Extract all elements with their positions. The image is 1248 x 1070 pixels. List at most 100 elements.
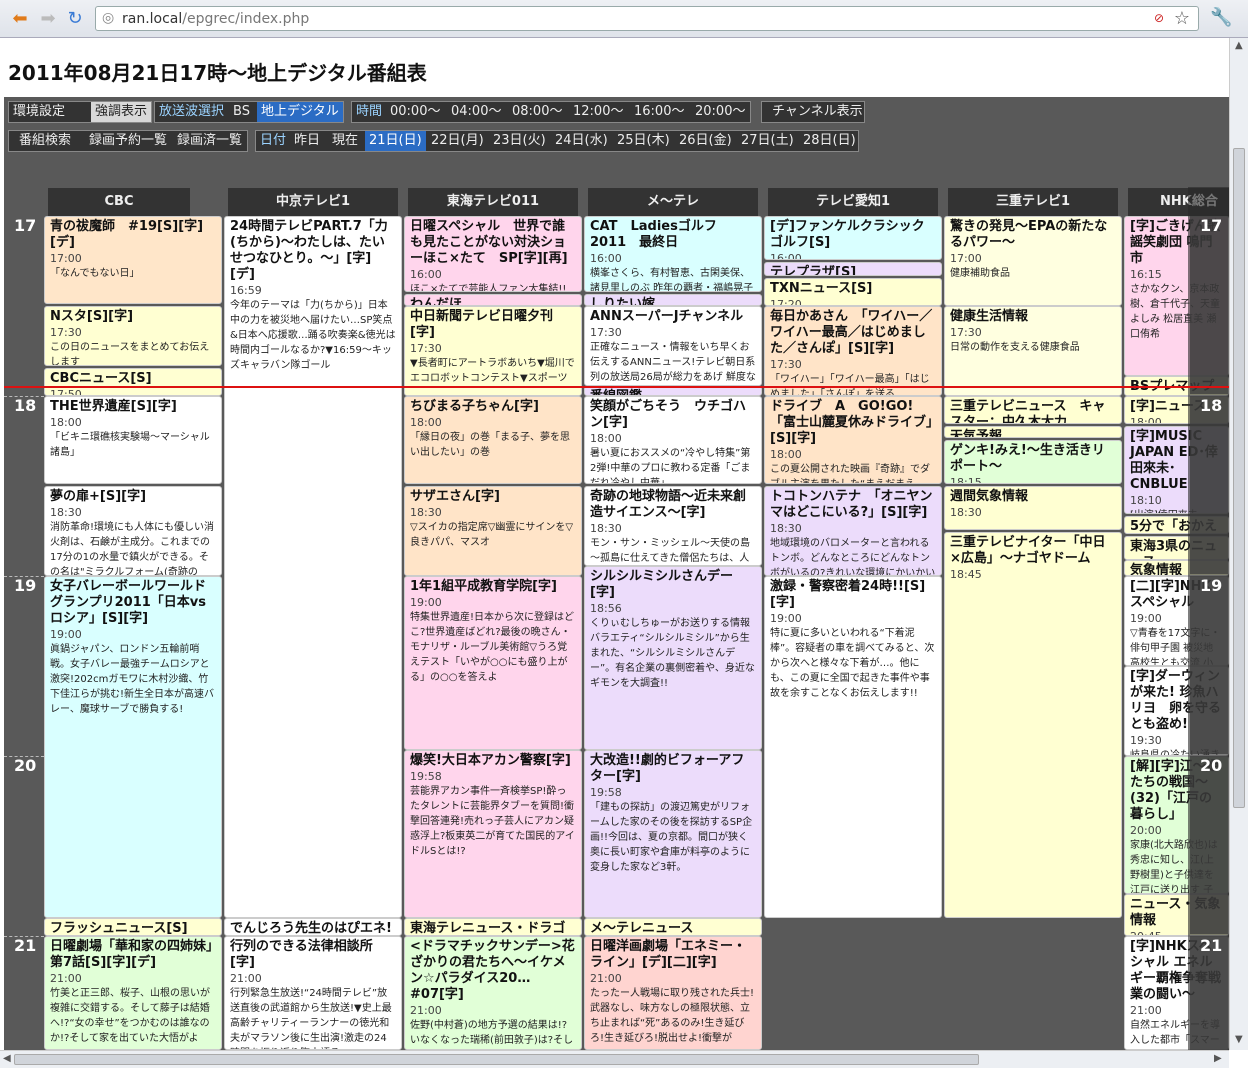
program-cell[interactable]: 日曜スペシャル 世界で誰も見たことがない対決ショーほこ×たて SP[字][再] 1… [404,216,582,292]
time-00[interactable]: 00:00～ [386,102,444,122]
program-cell[interactable]: TXNニュース[S] 17:20 [764,278,942,306]
program-cell[interactable]: わんだほ [404,294,582,306]
time-16[interactable]: 16:00～ [630,102,688,122]
vertical-scrollbar[interactable]: ▲ ▼ [1229,38,1248,1050]
wrench-menu-icon[interactable]: 🔧 [1210,7,1232,28]
scroll-up-icon[interactable]: ▲ [1235,40,1243,51]
program-cell[interactable]: 爆笑!大日本アカン警察[字] 19:58 芸能界アカン事件一斉検挙SP!酔ったタレン… [404,750,582,918]
program-cell[interactable]: 24時間テレビPART.7「力(ちから)～わたしは、たいせつなひとり。～」[字]… [224,216,402,918]
vertical-scroll-thumb[interactable] [1233,148,1245,808]
time-04[interactable]: 04:00～ [447,102,505,122]
yesterday-button[interactable]: 昨日 [290,131,324,151]
program-title: 夢の扉+[S][字] [50,489,147,504]
date-28[interactable]: 28日(日) [799,131,860,151]
program-cell[interactable]: 激録・警察密着24時!![S][字] 19:00 特に夏に多いといわれる“下着泥棒”… [764,576,942,918]
program-cell[interactable]: 中日新聞テレビ日曜夕刊[字] 17:30 ▼長者町にアートラボあいち▼堀川でエコロボ… [404,306,582,396]
time-12[interactable]: 12:00～ [569,102,627,122]
bookmark-star-icon[interactable]: ☆ [1174,8,1190,29]
program-cell[interactable]: ANNスーパーJチャンネル 17:30 正確なニュース・情報をいち早くお伝えするAN… [584,306,762,386]
horizontal-scroll-thumb[interactable] [14,1054,979,1065]
program-cell[interactable]: 日曜劇場「華和家の四姉妹」第7話[S][字][デ] 21:00 竹美と正三郎、桜子、… [44,936,222,1050]
date-22[interactable]: 22日(月) [427,131,488,151]
horizontal-scrollbar[interactable]: ◀ ▶ [0,1050,1229,1068]
program-cell[interactable]: サザエさん[字] 18:30 ▽スイカの指定席▽幽霊にサインを▽良きパパ、マスオ [404,486,582,576]
scroll-left-icon[interactable]: ◀ [3,1053,11,1064]
program-cell[interactable]: 女子バレーボールワールドグランプリ2011「日本vsロシア」[S][字] 19:0… [44,576,222,918]
program-description: 正確なニュース・情報をいち早くお伝えするANNニュース!テレビ朝日系列の放送局2… [590,342,756,383]
program-cell[interactable]: <ドラマチックサンデー>花ざかりの君たちへ～イケメン☆パラダイス20… #07[… [404,936,582,1050]
search-button[interactable]: 番組検索 [15,131,75,151]
program-start-time: 18:56 [590,602,622,615]
program-cell[interactable]: Nスタ[S][字] 17:30 この日のニュースをまとめてお伝えします [44,306,222,366]
program-start-time: 18:45 [950,568,982,581]
highlight-button[interactable]: 強調表示 [91,102,152,122]
date-21[interactable]: 21日(日) [365,131,426,151]
channel-header-aichi[interactable]: テレビ愛知1 [768,188,938,216]
program-start-time: 18:30 [50,506,82,519]
program-cell[interactable]: テレプラザ[S] [764,262,942,276]
program-cell[interactable]: 健康生活情報 17:30 日常の動作を支える健康食品 [944,306,1122,396]
back-arrow-icon[interactable]: ⬅ [9,8,31,30]
settings-button[interactable]: 環境設定 [9,102,69,122]
reservations-button[interactable]: 録画予約一覧 [85,131,171,151]
terrestrial-button[interactable]: 地上デジタル [257,102,343,122]
date-26[interactable]: 26日(金) [675,131,736,151]
program-cell[interactable]: [デ]ファンケルクラシックゴルフ[S] 16:00 [764,216,942,260]
scroll-right-icon[interactable]: ▶ [1214,1053,1222,1064]
program-cell[interactable]: しりたい嫁 [584,294,762,306]
program-cell[interactable]: 青の祓魔師 #19[S][字][デ] 17:00 「なんでもない日」 [44,216,222,304]
forward-arrow-icon[interactable]: ➡ [37,8,59,30]
program-start-time: 16:59 [230,284,262,297]
page-action-icon[interactable]: ⊘ [1154,11,1164,25]
program-cell[interactable]: 奇跡の地球物語～近未来創造サイエンス～[字] 18:30 モン・サン・ミッシェル～天… [584,486,762,566]
program-cell[interactable]: 驚きの発見～EPAの新たなるパワー～ 17:00 健康補助食品 [944,216,1122,306]
program-cell[interactable]: 行列のできる法律相談所[字] 21:00 行列緊急生放送!“24時間テレビ”放送直後… [224,936,402,1050]
hour-label-right-19: 19 [1190,576,1228,754]
channel-header-cbc[interactable]: CBC [48,188,190,216]
bs-button[interactable]: BS [229,102,254,122]
program-description: モン・サン・ミッシェル～天使の島～孤島に仕えてきた僧侶たちは、人呼んで [590,538,750,564]
program-cell[interactable]: 笑顔がごちそう ウチゴハン[字] 18:00 暑い夏におススメの“冷やし特集”第2弾… [584,396,762,484]
channel-display-button[interactable]: チャンネル表示 [768,102,867,122]
date-25[interactable]: 25日(木) [613,131,674,151]
program-cell[interactable]: 毎日かあさん 「ワイハー／ワイハー最高／はじめました／さんぽ」[S][字] 17:… [764,306,942,396]
date-27[interactable]: 27日(土) [737,131,798,151]
hour-divider [4,396,44,397]
channel-header-metele[interactable]: メ～テレ [588,188,758,216]
program-cell[interactable]: 週間気象情報 18:30 [944,486,1122,530]
program-cell[interactable]: フラッシュニュース[S] [44,918,222,936]
program-cell[interactable]: THE世界遺産[S][字] 18:00 「ビキニ環礁核実験場～マーシャル諸島」 [44,396,222,484]
program-cell[interactable]: メ～テレニュース [584,918,762,936]
program-cell[interactable]: CAT Ladiesゴルフ 2011 最終日 16:00 横峯さくら、有村智恵、古閑… [584,216,762,292]
address-bar[interactable]: ◎ ran.local/epgrec/index.php ⊘ ☆ [95,6,1199,31]
program-cell[interactable]: ゲンキ!みえ!～生き活きリポート～ 18:15 [944,440,1122,484]
page-title: 2011年08月21日17時～地上デジタル番組表 [8,61,427,85]
program-cell[interactable]: CBCニュース[S] 17:50 [44,368,222,396]
channel-header-mie[interactable]: 三重テレビ1 [948,188,1118,216]
program-cell[interactable]: 東海テレニュース・ドラゴンズ [404,918,582,936]
program-cell[interactable]: 天気予報 [944,426,1122,438]
reload-icon[interactable]: ↻ [64,8,86,30]
program-title: [デ]ファンケルクラシックゴルフ[S] [770,219,925,250]
program-cell[interactable]: ちびまる子ちゃん[字] 18:00 「縁日の夜」の巻「まる子、夢を思い出したい」の巻 [404,396,582,484]
date-24[interactable]: 24日(水) [551,131,612,151]
program-cell[interactable]: ドライブ A GO!GO! 「富士山麓夏休みドライブ」[S][字] 18:00 この… [764,396,942,484]
date-23[interactable]: 23日(火) [489,131,550,151]
program-cell[interactable]: 日曜洋画劇場「エネミー・ライン」[デ][二][字] 21:00 たったー人戦場に取り… [584,936,762,1050]
time-08[interactable]: 08:00～ [508,102,566,122]
channel-header-chukyo[interactable]: 中京テレビ1 [228,188,398,216]
scroll-down-icon[interactable]: ▼ [1235,1034,1243,1045]
program-cell[interactable]: 三重テレビナイター「中日×広島」～ナゴヤドーム 18:45 [944,532,1122,918]
program-title: 爆笑!大日本アカン警察[字] [410,753,571,768]
program-cell[interactable]: シルシルミシルさんデー[字] 18:56 くりぃむしちゅーがお送りする情報バラエティ… [584,566,762,750]
recorded-button[interactable]: 録画済一覧 [173,131,246,151]
program-cell[interactable]: 三重テレビニュース キャスター：中久木大力 [944,396,1122,424]
program-cell[interactable]: 1年1組平成教育学院[字] 19:00 特集世界遺産!日本から次に登録はどこ?世界遺… [404,576,582,750]
program-cell[interactable]: でんじろう先生のはぴエネ! [224,918,402,936]
time-20[interactable]: 20:00～ [691,102,749,122]
channel-header-tokai[interactable]: 東海テレビ011 [408,188,578,216]
current-button[interactable]: 現在 [328,131,362,151]
program-cell[interactable]: 大改造!!劇的ビフォーアフター[字] 19:58 「建もの探訪」の渡辺篤史がリフォー… [584,750,762,918]
program-cell[interactable]: トコトンハテナ 「オニヤンマはどこにいる?」[S][字] 18:30 地域環境のバロ… [764,486,942,576]
program-cell[interactable]: 夢の扉+[S][字] 18:30 消防革命!環境にも人体にも優しい消火剤は、石鹸が主… [44,486,222,576]
